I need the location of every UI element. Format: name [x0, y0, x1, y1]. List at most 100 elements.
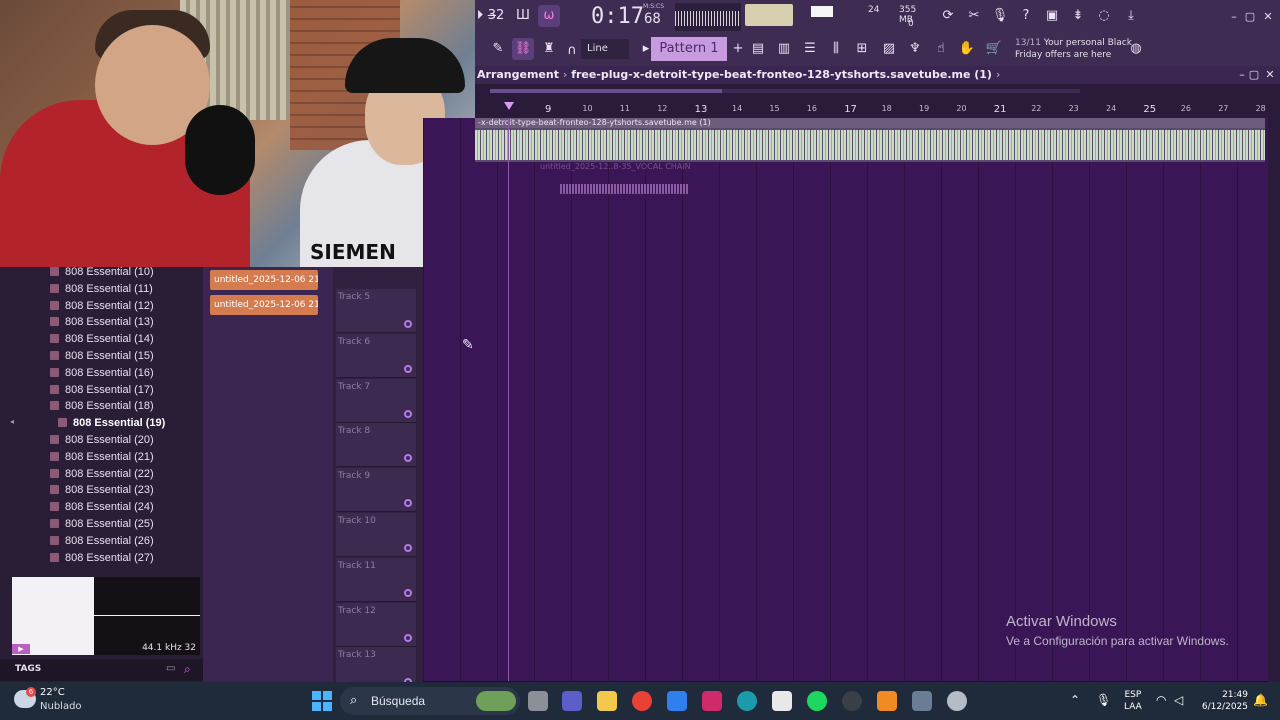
- app-pink-icon[interactable]: [702, 691, 722, 711]
- fl-studio-icon[interactable]: [877, 691, 897, 711]
- sample-preview[interactable]: ▶ 44.1 kHz 32: [12, 577, 200, 655]
- track-mute-icon[interactable]: [404, 364, 412, 373]
- undo-icon[interactable]: ⟳: [937, 5, 959, 27]
- pattern-select[interactable]: Pattern 1: [651, 37, 727, 61]
- stamp-icon[interactable]: ♜: [538, 38, 560, 60]
- browser-folder-item[interactable]: 808 Essential (27): [50, 550, 154, 567]
- settings-icon[interactable]: [912, 691, 932, 711]
- track-mute-icon[interactable]: [404, 499, 412, 508]
- maximize-icon[interactable]: ▢: [1243, 10, 1257, 23]
- scrollbar-thumb[interactable]: [490, 89, 722, 93]
- folder-icon[interactable]: ▭: [166, 663, 175, 674]
- browser-folder-item[interactable]: 808 Essential (26): [50, 533, 154, 550]
- track-header[interactable]: Track 10: [336, 513, 416, 557]
- cart-icon[interactable]: 🛒: [983, 38, 1005, 60]
- teams-icon[interactable]: [562, 691, 582, 711]
- plugin-icon[interactable]: ♆: [904, 38, 926, 60]
- minimize-icon[interactable]: –: [1227, 10, 1241, 23]
- download-icon[interactable]: ⤓: [1120, 5, 1142, 27]
- clip-source-item[interactable]: untitled_2025-12-06 21-...: [210, 295, 318, 315]
- chrome-icon[interactable]: [632, 691, 652, 711]
- tray-mic-icon[interactable]: 🎙: [1096, 693, 1111, 707]
- wifi-icon[interactable]: ◠: [1156, 693, 1166, 707]
- track-header[interactable]: Track 5: [336, 289, 416, 333]
- timeline-ruler[interactable]: 9 10 11 12 13 14 15 16 17 18 19 20 21 22 23 24 25 26 27 28: [475, 84, 1280, 118]
- metronome-icon[interactable]: Ш: [512, 5, 534, 27]
- app-gray-icon[interactable]: [947, 691, 967, 711]
- browser-folder-item[interactable]: 808 Essential (24): [50, 499, 154, 516]
- playlist-close-icon[interactable]: ✕: [1263, 68, 1277, 81]
- channel-rack-icon[interactable]: ☰: [799, 38, 821, 60]
- track-mute-icon[interactable]: [404, 544, 412, 552]
- weather-temperature[interactable]: 22°C: [40, 687, 65, 698]
- browser-folder-item[interactable]: 808 Essential (19): [58, 415, 165, 432]
- master-volume-slider[interactable]: [745, 4, 793, 26]
- browser-icon[interactable]: ⊞: [851, 38, 873, 60]
- track-header[interactable]: Track 6: [336, 333, 416, 378]
- spotify-icon[interactable]: [807, 691, 827, 711]
- browser-folder-item[interactable]: 808 Essential (16): [50, 365, 154, 382]
- help-icon[interactable]: ?: [1015, 5, 1037, 27]
- pattern-add-icon[interactable]: +: [727, 38, 749, 60]
- file-explorer-icon[interactable]: [597, 691, 617, 711]
- clip-source-item[interactable]: untitled_2025-12-06 21-...: [210, 270, 318, 290]
- vocal-clip[interactable]: untitled_2025-12..8-35_VOCAL CHAIN: [540, 162, 691, 200]
- edge-icon[interactable]: [737, 691, 757, 711]
- weather-description[interactable]: Nublado: [40, 701, 82, 712]
- browser-folder-item[interactable]: 808 Essential (15): [50, 348, 154, 365]
- track-mute-icon[interactable]: [404, 454, 412, 463]
- browser-folder-item[interactable]: 808 Essential (18): [50, 398, 154, 415]
- track-header[interactable]: Track 12: [336, 602, 416, 647]
- microphone-icon[interactable]: 🎙: [989, 5, 1011, 27]
- cut-icon[interactable]: ✂: [963, 5, 985, 27]
- horizontal-scrollbar[interactable]: [490, 89, 1080, 93]
- track-header[interactable]: Track 8: [336, 423, 416, 468]
- volume-icon[interactable]: ◁: [1174, 693, 1183, 707]
- start-button[interactable]: [312, 691, 332, 711]
- track-mute-icon[interactable]: [404, 409, 412, 418]
- browser-folder-item[interactable]: 808 Essential (11): [50, 281, 153, 298]
- track-mute-icon[interactable]: [404, 588, 412, 597]
- hand-icon[interactable]: ✋: [956, 38, 978, 60]
- track-header[interactable]: Track 7: [336, 378, 416, 423]
- project-icon[interactable]: ▨: [878, 38, 900, 60]
- browser-folder-item[interactable]: 808 Essential (17): [50, 382, 154, 399]
- browser-folder-item[interactable]: 808 Essential (12): [50, 298, 154, 315]
- link-icon[interactable]: ⛓: [512, 38, 534, 60]
- track-header[interactable]: Track 11: [336, 557, 416, 602]
- browser-folder-item[interactable]: 808 Essential (14): [50, 331, 154, 348]
- preview-play-icon[interactable]: ▶: [12, 644, 30, 654]
- news-panel[interactable]: 13/11 Your personal Black Friday offers …: [1015, 37, 1135, 61]
- globe-icon[interactable]: ◍: [1125, 38, 1147, 60]
- browser-folder-item[interactable]: 808 Essential (13): [50, 314, 154, 331]
- export-icon[interactable]: ⇟: [1067, 5, 1089, 27]
- track-header[interactable]: Track 9: [336, 468, 416, 513]
- close-icon[interactable]: ✕: [1261, 10, 1275, 23]
- wave-icon[interactable]: ω: [538, 5, 560, 27]
- browser-folder-item[interactable]: 808 Essential (23): [50, 482, 154, 499]
- track-mute-icon[interactable]: [404, 633, 412, 642]
- obs-icon[interactable]: [842, 691, 862, 711]
- chat-icon[interactable]: ◌: [1093, 5, 1115, 27]
- task-view-icon[interactable]: [528, 691, 548, 711]
- browser-folder-item[interactable]: 808 Essential (25): [50, 516, 154, 533]
- language-indicator[interactable]: ESP LAA: [1124, 689, 1142, 713]
- magnet-icon[interactable]: ∩: [561, 40, 583, 62]
- mixer-icon[interactable]: ⫼: [825, 38, 847, 60]
- snap-select[interactable]: Line: [581, 39, 629, 59]
- arrangement-grid[interactable]: [423, 118, 1268, 681]
- browser-folder-item[interactable]: 808 Essential (21): [50, 449, 154, 466]
- search-icon[interactable]: ⌕: [184, 662, 191, 677]
- vertical-scrollbar[interactable]: [1268, 84, 1280, 682]
- brush-icon[interactable]: ✎: [487, 38, 509, 60]
- playlist-icon[interactable]: ▤: [747, 38, 769, 60]
- clock[interactable]: 21:49 6/12/2025: [1200, 689, 1248, 713]
- piano-roll-icon[interactable]: ▥: [773, 38, 795, 60]
- tempo-icon[interactable]: 3̶2: [485, 5, 507, 27]
- store-icon[interactable]: [667, 691, 687, 711]
- tray-expand-icon[interactable]: ⌃: [1070, 693, 1080, 707]
- track-mute-icon[interactable]: [404, 320, 412, 328]
- capcut-icon[interactable]: [772, 691, 792, 711]
- browser-collapse-icon[interactable]: ◂: [10, 417, 16, 429]
- browser-folder-item[interactable]: 808 Essential (20): [50, 432, 154, 449]
